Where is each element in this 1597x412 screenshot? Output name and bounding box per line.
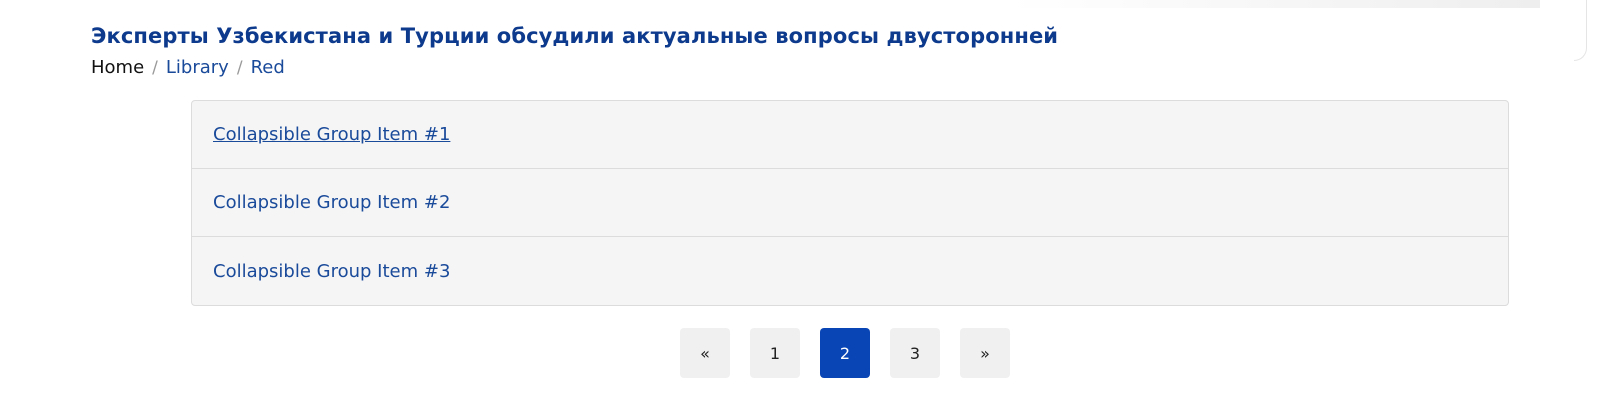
accordion: Collapsible Group Item #1 Collapsible Gr… [191, 100, 1509, 306]
breadcrumb-separator: / [236, 57, 243, 78]
scrollbar-track[interactable] [1574, 0, 1587, 61]
breadcrumb-current[interactable]: Red [251, 57, 285, 78]
pagination-page-1[interactable]: 1 [750, 328, 800, 378]
top-shadow [1010, 0, 1540, 8]
breadcrumb-home[interactable]: Home [91, 57, 144, 78]
breadcrumb-separator: / [152, 57, 158, 78]
accordion-item-3[interactable]: Collapsible Group Item #3 [192, 237, 1508, 305]
page-title: Эксперты Узбекистана и Турции обсудили а… [91, 24, 1059, 48]
pagination: « 1 2 3 » [680, 328, 1010, 378]
accordion-item-link[interactable]: Collapsible Group Item #2 [213, 192, 450, 213]
breadcrumb-library[interactable]: Library [166, 57, 229, 78]
breadcrumb: Home / Library / Red [91, 57, 285, 78]
pagination-prev-button[interactable]: « [680, 328, 730, 378]
accordion-item-link[interactable]: Collapsible Group Item #1 [213, 124, 450, 145]
accordion-item-1[interactable]: Collapsible Group Item #1 [192, 101, 1508, 169]
accordion-item-link[interactable]: Collapsible Group Item #3 [213, 261, 450, 282]
accordion-item-2[interactable]: Collapsible Group Item #2 [192, 169, 1508, 237]
pagination-next-button[interactable]: » [960, 328, 1010, 378]
pagination-page-2-active[interactable]: 2 [820, 328, 870, 378]
pagination-page-3[interactable]: 3 [890, 328, 940, 378]
